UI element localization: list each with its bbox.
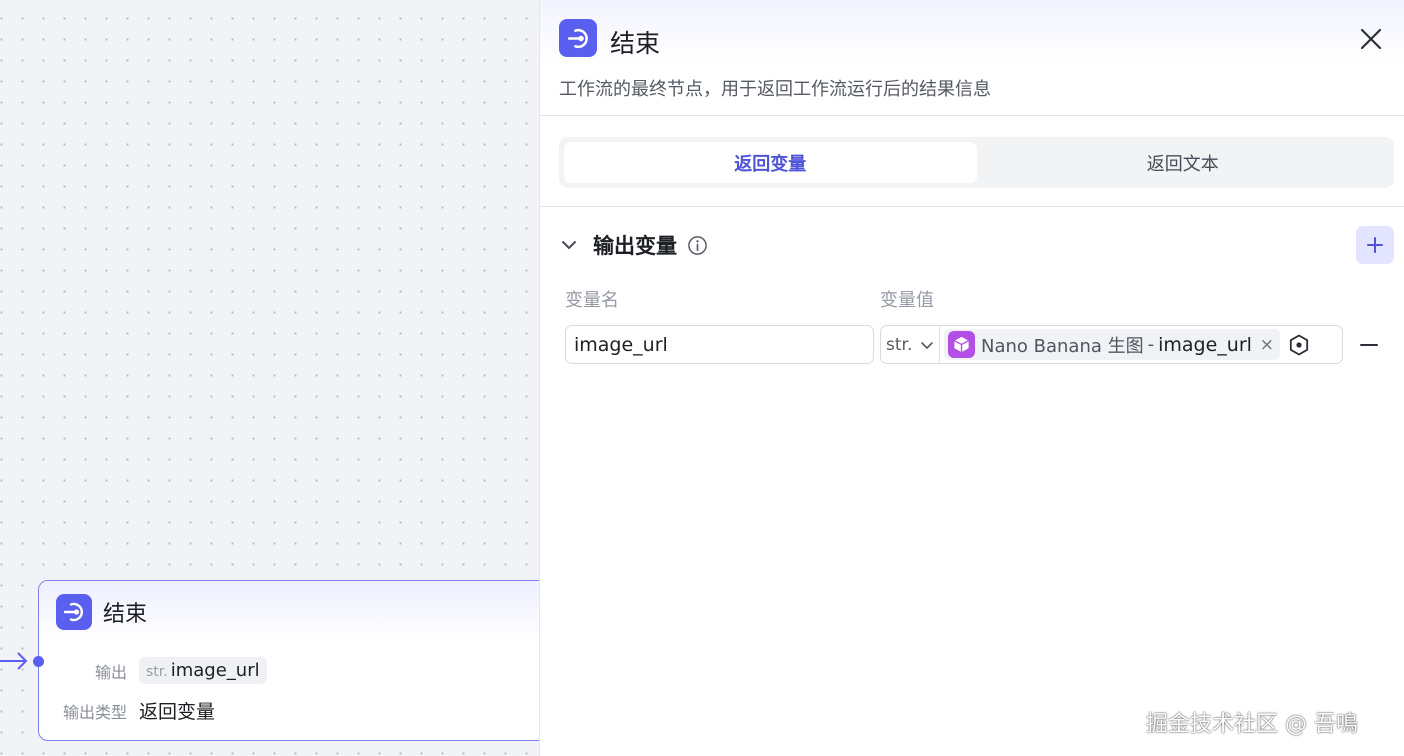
remove-variable-row-icon[interactable]: [1358, 334, 1380, 356]
output-variables-section-header[interactable]: 输出变量: [559, 230, 708, 260]
end-node-header: 结束: [39, 581, 540, 643]
reference-source: Nano Banana 生图: [981, 335, 1144, 357]
add-variable-button[interactable]: [1356, 226, 1394, 264]
node-output-mode-label: 输出类型: [62, 702, 127, 722]
node-output-mode-row: 输出类型 返回变量: [39, 697, 215, 724]
output-mode-tabs: 返回变量 返回文本: [559, 137, 1394, 188]
chevron-down-icon: [921, 341, 934, 349]
cube-plugin-icon: [948, 331, 975, 358]
variable-name-input[interactable]: [565, 325, 874, 364]
workflow-canvas[interactable]: 结束 输出 str. image_url 输出类型 返回变量: [0, 0, 540, 756]
tab-return-text[interactable]: 返回文本: [977, 142, 1390, 183]
node-output-label: 输出: [94, 662, 127, 682]
variable-value-field: str. Nano Banana 生图 - image_url ×: [880, 325, 1343, 364]
panel-description: 工作流的最终节点，用于返回工作流运行后的结果信息: [559, 79, 991, 100]
chevron-down-icon[interactable]: [559, 235, 579, 255]
edge-arrow-icon: [0, 652, 28, 670]
close-icon[interactable]: [1358, 26, 1384, 52]
plus-icon: [1367, 237, 1383, 253]
column-label-value: 变量值: [880, 290, 934, 311]
panel-divider: [540, 206, 1404, 207]
reference-separator: -: [1147, 334, 1155, 355]
variable-picker-icon[interactable]: [1287, 333, 1311, 357]
remove-reference-button[interactable]: ×: [1260, 335, 1274, 355]
panel-header: 结束 工作流的最终节点，用于返回工作流运行后的结果信息: [540, 0, 1404, 116]
node-output-pill: str. image_url: [139, 657, 267, 684]
panel-title: 结束: [610, 29, 661, 58]
node-output-row: 输出 str. image_url: [39, 657, 267, 684]
node-config-panel: 结束 工作流的最终节点，用于返回工作流运行后的结果信息 返回变量 返回文本 输出…: [539, 0, 1404, 756]
end-node-icon: [559, 19, 597, 57]
info-icon[interactable]: [687, 235, 708, 256]
node-input-handle[interactable]: [33, 656, 44, 667]
end-node-title: 结束: [103, 602, 148, 627]
reference-variable: image_url: [1158, 333, 1252, 356]
variable-type-text: str.: [886, 334, 913, 355]
section-title: 输出变量: [593, 234, 677, 258]
end-node[interactable]: 结束 输出 str. image_url 输出类型 返回变量: [38, 580, 540, 741]
node-output-mode-value: 返回变量: [139, 701, 216, 723]
node-output-type: str.: [146, 664, 168, 680]
end-node-icon: [56, 594, 92, 630]
variable-type-select[interactable]: str.: [881, 326, 940, 363]
watermark-text: 掘金技术社区 @ 吾鳴: [1146, 712, 1358, 737]
column-label-name: 变量名: [565, 290, 619, 311]
node-output-name: image_url: [170, 660, 260, 681]
tab-return-variable[interactable]: 返回变量: [564, 142, 977, 183]
variable-reference-tag[interactable]: Nano Banana 生图 - image_url ×: [944, 329, 1280, 360]
